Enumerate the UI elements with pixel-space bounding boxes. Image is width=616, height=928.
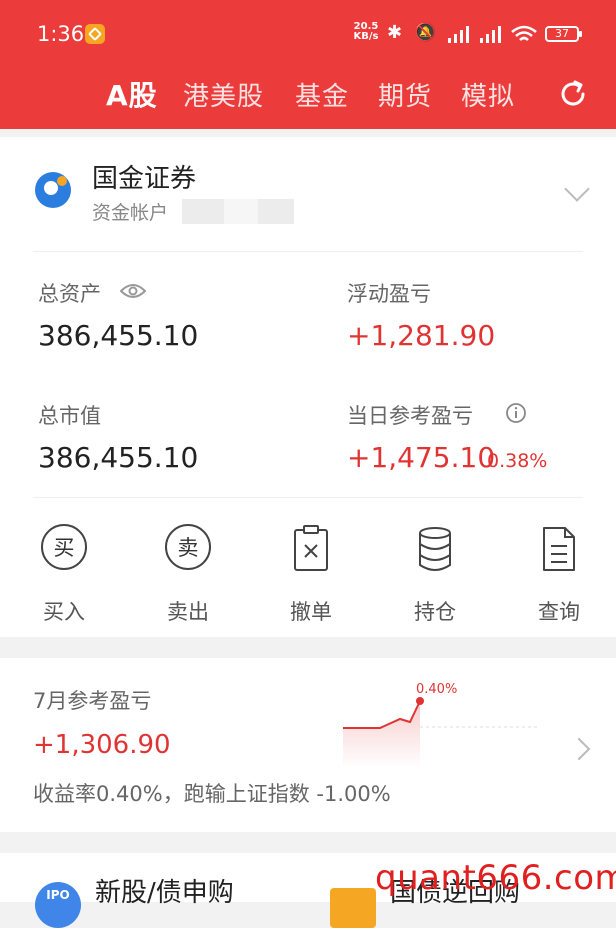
battery-icon: 37 (545, 26, 582, 42)
app-notification-icon (85, 24, 105, 44)
divider (33, 251, 583, 252)
network-speed: 20.5 KB/s (353, 21, 379, 42)
divider (33, 497, 583, 498)
ipo-subscription-link[interactable]: 新股/债申购 (95, 872, 234, 909)
sell-icon: 卖 (165, 524, 211, 570)
floating-pnl-value: +1,281.90 (347, 319, 496, 352)
clipboard-cancel-icon (294, 525, 328, 571)
sparkline-area (343, 701, 420, 768)
signal-icon-2 (480, 26, 501, 43)
tab-a-shares[interactable]: A股 (106, 74, 158, 114)
cancel-order-label: 撤单 (290, 600, 332, 624)
monthly-pnl-subtitle: 收益率0.40%，跑输上证指数 -1.00% (33, 782, 391, 806)
monthly-pnl-sparkline: 0.40% (343, 682, 540, 768)
buy-button[interactable]: 买 买入 (24, 524, 104, 626)
market-value-label: 总市值 (38, 404, 101, 428)
refresh-icon[interactable] (557, 78, 589, 110)
sparkline-label: 0.40% (416, 682, 457, 697)
app-header: 1:36 20.5 KB/s ✱ 🔕 37 A股 港美股 基金 期货 模拟 (0, 0, 616, 129)
wifi-icon (511, 25, 537, 41)
document-icon (543, 527, 575, 571)
sell-button[interactable]: 卖 卖出 (148, 524, 228, 626)
daily-pnl-percent: 0.38% (487, 450, 548, 472)
query-label: 查询 (538, 600, 580, 624)
eye-icon[interactable] (120, 282, 146, 300)
query-button[interactable]: 查询 (519, 524, 599, 626)
monthly-pnl-value: +1,306.90 (33, 730, 171, 760)
status-time: 1:36 (37, 22, 85, 46)
broker-name[interactable]: 国金证券 (92, 158, 196, 195)
total-assets-value: 386,455.10 (38, 319, 199, 352)
mute-icon: 🔕 (414, 22, 437, 43)
daily-pnl-label: 当日参考盈亏 (347, 404, 473, 428)
daily-pnl-value: +1,475.10 (347, 441, 496, 474)
info-icon[interactable] (505, 402, 527, 424)
floating-pnl-label: 浮动盈亏 (347, 282, 431, 306)
buy-icon: 买 (41, 524, 87, 570)
signal-icon-1 (448, 26, 469, 43)
database-icon (419, 527, 451, 571)
account-label: 资金帐户 (92, 202, 169, 224)
cancel-order-button[interactable]: 撤单 (271, 524, 351, 626)
tab-futures[interactable]: 期货 (378, 76, 432, 113)
market-tabs: A股 港美股 基金 期货 模拟 (0, 70, 616, 120)
tab-simulation[interactable]: 模拟 (461, 76, 515, 113)
broker-logo-icon (35, 172, 71, 208)
positions-label: 持仓 (414, 600, 456, 624)
ipo-icon: IPO (35, 882, 81, 928)
sparkline-end-point (416, 697, 424, 705)
account-number-masked (182, 199, 294, 224)
total-assets-label: 总资产 (38, 282, 101, 306)
monthly-pnl-title: 7月参考盈亏 (33, 689, 152, 713)
sell-label: 卖出 (167, 600, 209, 624)
tab-funds[interactable]: 基金 (295, 76, 349, 113)
buy-label: 买入 (43, 600, 85, 624)
market-value-value: 386,455.10 (38, 441, 199, 474)
treasury-repo-icon (330, 888, 376, 928)
status-bar: 1:36 20.5 KB/s ✱ 🔕 37 (0, 0, 616, 70)
tab-hk-us-stocks[interactable]: 港美股 (183, 76, 264, 113)
watermark: quant666.com (375, 858, 616, 898)
positions-button[interactable]: 持仓 (395, 524, 475, 626)
bluetooth-icon: ✱ (387, 22, 403, 43)
